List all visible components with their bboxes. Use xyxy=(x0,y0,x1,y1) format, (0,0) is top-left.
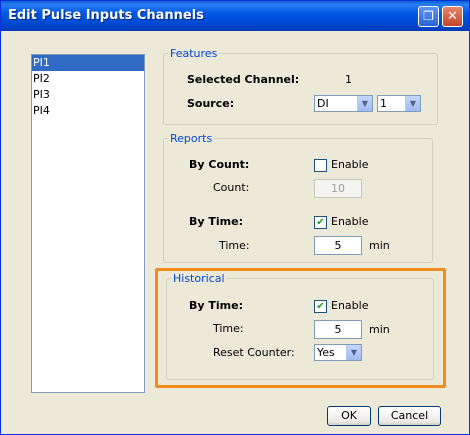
ok-button[interactable]: OK xyxy=(327,406,371,426)
restore-icon[interactable]: ❐ xyxy=(418,6,439,27)
close-icon[interactable]: ✕ xyxy=(442,6,463,27)
reports-legend: Reports xyxy=(170,132,213,145)
historical-legend: Historical xyxy=(173,272,225,285)
count-label: Count: xyxy=(213,181,250,194)
reports-time-label: Time: xyxy=(219,239,250,252)
channel-list[interactable]: PI1 PI2 PI3 PI4 xyxy=(31,54,145,393)
reports-by-time-label: By Time: xyxy=(189,215,243,228)
historical-time-label: Time: xyxy=(213,322,244,335)
reports-by-time-checkbox[interactable]: ✔ xyxy=(314,216,327,229)
window-title: Edit Pulse Inputs Channels xyxy=(8,8,204,23)
historical-time-field[interactable]: 5 xyxy=(314,320,362,339)
by-count-label: By Count: xyxy=(189,158,250,171)
reports-by-time-enable-label: Enable xyxy=(331,215,369,228)
count-field[interactable]: 10 xyxy=(314,179,362,198)
historical-group: Historical xyxy=(166,272,434,380)
reports-group: Reports xyxy=(163,132,433,263)
channel-item-pi1[interactable]: PI1 xyxy=(32,55,144,71)
features-legend: Features xyxy=(170,47,218,60)
chevron-down-icon[interactable]: ▼ xyxy=(346,345,361,360)
source-type-value: DI xyxy=(317,97,329,110)
reset-counter-select[interactable]: Yes ▼ xyxy=(314,344,362,361)
historical-by-time-enable-label: Enable xyxy=(331,299,369,312)
channel-item-pi4[interactable]: PI4 xyxy=(32,103,144,119)
historical-time-unit: min xyxy=(369,323,390,336)
source-number-select[interactable]: 1 ▼ xyxy=(377,95,421,112)
reports-time-field[interactable]: 5 xyxy=(314,236,362,255)
cancel-button[interactable]: Cancel xyxy=(378,406,441,426)
source-label: Source: xyxy=(187,97,235,110)
dialog-window: Edit Pulse Inputs Channels ❐ ✕ PI1 PI2 P… xyxy=(0,0,470,435)
source-type-select[interactable]: DI ▼ xyxy=(314,95,373,112)
selected-channel-label: Selected Channel: xyxy=(187,73,300,86)
chevron-down-icon[interactable]: ▼ xyxy=(405,96,420,111)
reset-counter-label: Reset Counter: xyxy=(213,346,295,359)
historical-by-time-checkbox[interactable]: ✔ xyxy=(314,300,327,313)
source-number-value: 1 xyxy=(380,97,387,110)
chevron-down-icon[interactable]: ▼ xyxy=(357,96,372,111)
features-group: Features xyxy=(163,47,438,125)
historical-by-time-label: By Time: xyxy=(189,299,243,312)
title-bar[interactable]: Edit Pulse Inputs Channels ❐ ✕ xyxy=(1,1,469,31)
reset-counter-value: Yes xyxy=(317,346,335,359)
channel-item-pi2[interactable]: PI2 xyxy=(32,71,144,87)
selected-channel-value: 1 xyxy=(345,73,352,86)
by-count-checkbox[interactable] xyxy=(314,159,327,172)
reports-time-unit: min xyxy=(369,239,390,252)
by-count-enable-label: Enable xyxy=(331,158,369,171)
channel-item-pi3[interactable]: PI3 xyxy=(32,87,144,103)
